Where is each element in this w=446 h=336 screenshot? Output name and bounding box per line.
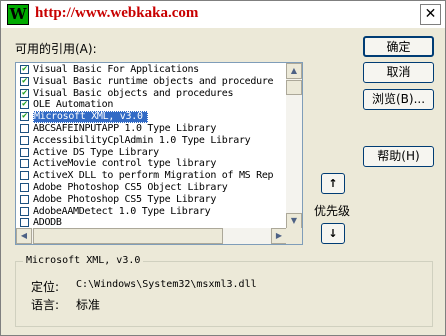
ok-button[interactable]: 确定 [363,36,434,57]
location-value: C:\Windows\System32\msxml3.dll [76,279,257,290]
reference-label: Adobe Photoshop CS5 Object Library [33,181,228,193]
reference-checkbox[interactable]: ✔ [20,100,29,110]
vertical-scrollbar[interactable]: ▲ ▼ [286,63,302,229]
horizontal-scrollbar[interactable]: ◀ ▶ [16,228,287,244]
scroll-right-icon[interactable]: ▶ [271,228,287,244]
reference-label: Adobe Photoshop CS5 Type Library [33,193,217,205]
reference-row[interactable]: ActiveX DLL to perform Migration of MS R… [16,170,287,182]
scroll-thumb[interactable] [286,80,302,95]
reference-checkbox[interactable] [20,147,29,157]
reference-label: ABCSAFEINPUTAPP 1.0 Type Library [33,122,217,134]
reference-row[interactable]: AccessibilityCplAdmin 1.0 Type Library [16,135,287,147]
reference-checkbox[interactable] [20,194,29,204]
reference-checkbox[interactable] [20,182,29,192]
cancel-button[interactable]: 取消 [363,62,434,83]
scroll-down-icon[interactable]: ▼ [286,213,302,229]
reference-checkbox[interactable]: ✔ [20,76,29,86]
available-references-label: 可用的引用(A): [15,42,97,56]
reference-label: Visual Basic objects and procedures [33,87,234,99]
reference-checkbox[interactable]: ✔ [20,88,29,98]
priority-up-button[interactable]: ↑ [321,173,345,194]
priority-label: 优先级 [314,204,351,218]
reference-row[interactable]: ✔ Visual Basic runtime objects and proced… [16,76,287,88]
reference-label: OLE Automation [33,99,114,111]
reference-label: Visual Basic runtime objects and procedu… [33,75,274,87]
reference-checkbox[interactable] [20,171,29,181]
references-list[interactable]: ✔ Visual Basic For Applications ✔ Visual Ba… [15,62,303,245]
reference-row[interactable]: Adobe Photoshop CS5 Object Library [16,182,287,194]
webkaka-logo-icon: W [7,4,29,25]
scroll-up-icon[interactable]: ▲ [286,63,302,79]
language-label: 语言: [31,298,60,312]
reference-details-group [15,261,433,327]
details-group-title: Microsoft XML, v3.0 [23,255,144,266]
reference-checkbox[interactable] [20,159,29,169]
watermark-url: http://www.webkaka.com [35,5,199,21]
title-bar: W http://www.webkaka.com ✕ [1,1,445,28]
reference-row[interactable]: Adobe Photoshop CS5 Type Library [16,194,287,206]
close-button[interactable]: ✕ [420,4,441,25]
hscroll-thumb[interactable] [33,228,223,244]
reference-row[interactable]: ✔ Microsoft XML, v3.0 [16,111,287,124]
reference-label: AccessibilityCplAdmin 1.0 Type Library [33,134,251,146]
reference-label: Active DS Type Library [33,146,159,158]
help-button[interactable]: 帮助(H) [363,146,434,167]
reference-row[interactable]: Active DS Type Library [16,147,287,159]
reference-label: Visual Basic For Applications [33,64,199,75]
reference-checkbox[interactable]: ✔ [20,112,29,122]
references-rows: ✔ Visual Basic For Applications ✔ Visual Ba… [16,64,287,229]
reference-label: ActiveMovie control type library [33,158,217,170]
browse-button[interactable]: 浏览(B)... [363,89,434,110]
reference-label: AdobeAAMDetect 1.0 Type Library [33,205,211,217]
references-dialog: W http://www.webkaka.com ✕ 可用的引用(A): ✔ Vi… [0,0,446,336]
reference-row[interactable]: ✔ Visual Basic objects and procedures [16,88,287,100]
language-value: 标准 [76,298,101,312]
scroll-left-icon[interactable]: ◀ [16,228,32,244]
location-label: 定位: [31,280,60,294]
reference-row[interactable]: ✔ OLE Automation [16,99,287,111]
reference-row[interactable]: AdobeAAMDetect 1.0 Type Library [16,206,287,218]
reference-label: ActiveX DLL to perform Migration of MS R… [33,170,274,182]
reference-row[interactable]: ABCSAFEINPUTAPP 1.0 Type Library [16,123,287,135]
reference-checkbox[interactable] [20,218,29,228]
reference-checkbox[interactable]: ✔ [20,65,29,74]
reference-row[interactable]: ActiveMovie control type library [16,158,287,170]
reference-row[interactable]: ✔ Visual Basic For Applications [16,64,287,76]
priority-down-button[interactable]: ↓ [321,223,345,244]
reference-label: Microsoft XML, v3.0 [33,111,148,124]
reference-checkbox[interactable] [20,135,29,145]
scroll-corner [286,228,302,244]
reference-checkbox[interactable] [20,123,29,133]
reference-checkbox[interactable] [20,206,29,216]
